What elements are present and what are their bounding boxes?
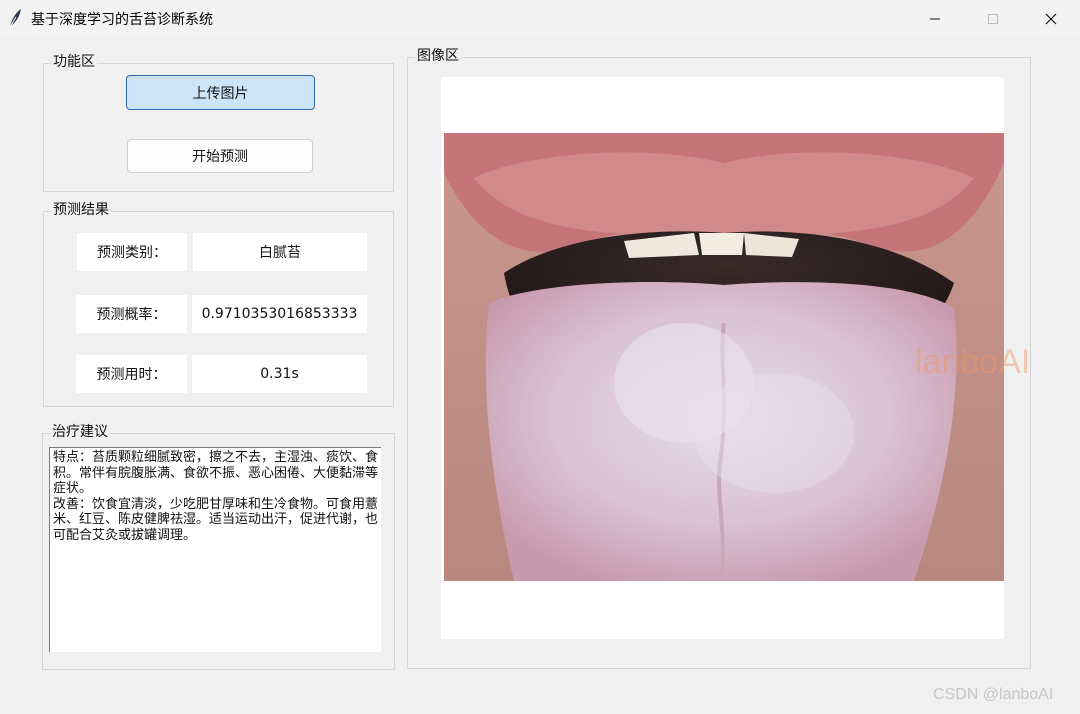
predicted-class-value: 白腻苔 — [193, 233, 367, 271]
title-bar: 基于深度学习的舌苔诊断系统 — [0, 0, 1080, 37]
start-predict-button[interactable]: 开始预测 — [127, 139, 313, 173]
predicted-probability-value: 0.9710353016853333 — [192, 295, 367, 333]
advice-panel-label: 治疗建议 — [50, 424, 110, 440]
upload-image-button[interactable]: 上传图片 — [126, 75, 315, 110]
predicted-time-value: 0.31s — [192, 355, 367, 393]
predicted-time-key: 预测用时： — [76, 355, 187, 393]
maximize-button[interactable] — [964, 0, 1022, 37]
close-button[interactable] — [1022, 0, 1080, 37]
footer-watermark: CSDN @lanboAI — [933, 686, 1054, 703]
advice-textbox[interactable]: 特点：苔质颗粒细腻致密，擦之不去，主湿浊、痰饮、食积。常伴有脘腹胀满、食欲不振、… — [49, 447, 381, 652]
minimize-icon — [930, 18, 940, 19]
window-title: 基于深度学习的舌苔诊断系统 — [31, 12, 213, 28]
overlay-watermark: lanboAI — [915, 343, 1031, 381]
feather-icon — [9, 9, 21, 28]
close-icon — [1045, 13, 1057, 24]
predicted-class-key: 预测类别： — [77, 233, 187, 271]
predicted-probability-key: 预测概率： — [76, 295, 187, 333]
minimize-button[interactable] — [906, 0, 964, 37]
function-panel-label: 功能区 — [51, 54, 97, 70]
image-panel-label: 图像区 — [415, 48, 461, 64]
maximize-icon — [988, 13, 998, 24]
result-panel-label: 预测结果 — [51, 202, 111, 218]
